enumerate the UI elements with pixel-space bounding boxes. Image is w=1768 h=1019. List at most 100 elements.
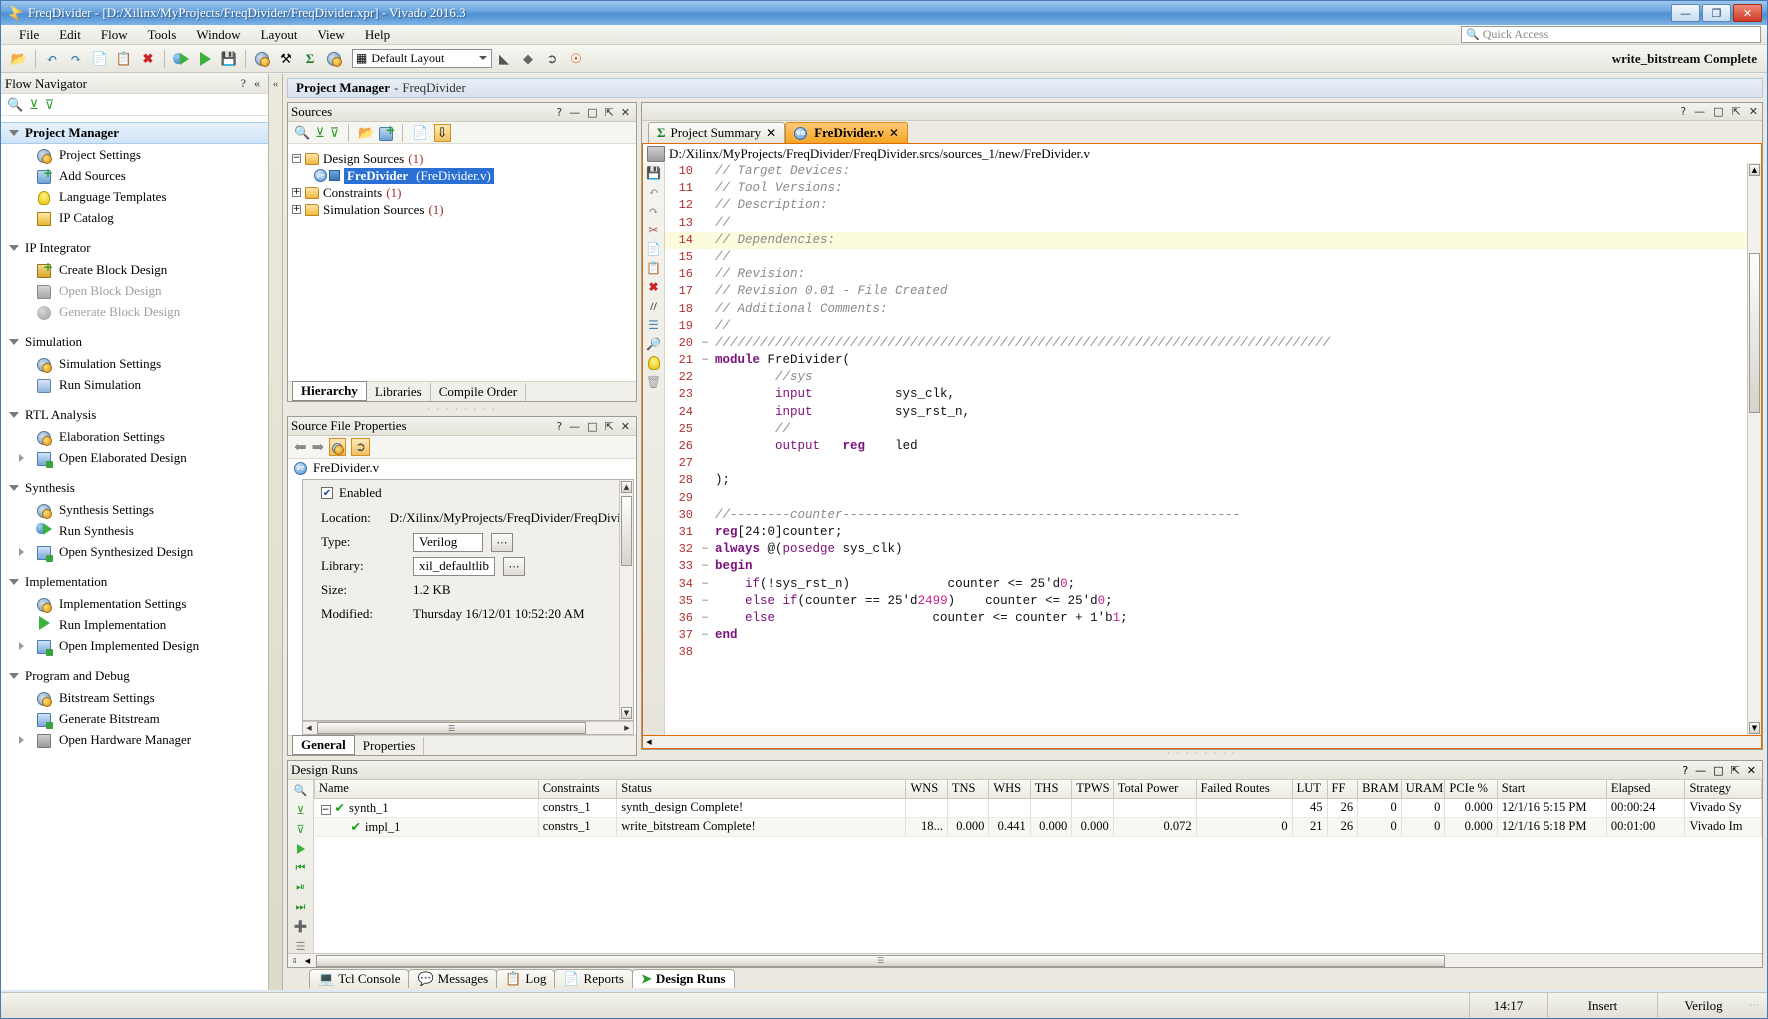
menu-edit[interactable]: Edit: [49, 25, 91, 45]
col-uram[interactable]: URAM: [1400, 780, 1446, 799]
editor-close-button[interactable]: ✕: [1749, 105, 1758, 118]
resize-grip-icon[interactable]: ⋯: [1749, 1000, 1767, 1011]
col-pcie[interactable]: PCIe %: [1444, 780, 1498, 799]
prev-icon[interactable]: ⏯: [292, 881, 310, 894]
properties-minimize-button[interactable]: —: [569, 420, 580, 433]
scroll-thumb[interactable]: [621, 496, 632, 566]
splitter-grip[interactable]: · · · · · · · ·: [287, 404, 637, 414]
sources-minimize-button[interactable]: —: [569, 106, 580, 119]
tab-design-runs[interactable]: ➤ Design Runs: [631, 969, 735, 988]
sources-maximize-button[interactable]: □: [587, 106, 597, 119]
sources-float-button[interactable]: ⇱: [605, 106, 614, 119]
scroll-down-arrow-icon[interactable]: ▼: [1749, 722, 1760, 734]
chevron-right-icon[interactable]: [19, 453, 35, 462]
scroll-thumb[interactable]: ☰: [316, 954, 1446, 967]
sidebar-item-create-block-design[interactable]: Create Block Design: [1, 259, 268, 280]
program-device-icon[interactable]: [324, 49, 344, 69]
expand-all-icon[interactable]: ⊽: [330, 125, 340, 141]
col-ths[interactable]: THS: [1029, 780, 1073, 799]
sidebar-item-open-elaborated-design[interactable]: Open Elaborated Design: [1, 447, 268, 468]
properties-icon[interactable]: [329, 438, 347, 456]
flownav-section-ip-integrator[interactable]: IP Integrator: [1, 237, 268, 259]
tab-reports[interactable]: 📄 Reports: [554, 969, 633, 988]
tab-messages[interactable]: 💬 Messages: [408, 969, 498, 988]
copy-icon[interactable]: 📄: [645, 241, 663, 257]
menu-flow[interactable]: Flow: [91, 25, 138, 45]
search-icon[interactable]: 🔍: [292, 784, 310, 797]
undo-icon[interactable]: ↶: [645, 184, 663, 200]
tree-node-design-sources[interactable]: − Design Sources (1): [292, 150, 632, 167]
scroll-left-arrow-icon[interactable]: ◀: [303, 722, 315, 734]
hierarchy-update-icon[interactable]: ⇩: [433, 123, 451, 142]
collapse-all-icon[interactable]: ⊻: [292, 803, 310, 817]
delete-icon[interactable]: ✖: [645, 279, 663, 295]
search-icon[interactable]: 🔍: [294, 125, 310, 141]
sidebar-item-open-implemented-design[interactable]: Open Implemented Design: [1, 635, 268, 656]
scroll-right-arrow-icon[interactable]: ▶: [621, 722, 633, 734]
close-icon[interactable]: ✕: [889, 126, 899, 140]
fold-toggle-icon[interactable]: −: [699, 593, 711, 610]
cut-icon[interactable]: ✂: [645, 222, 663, 238]
table-row[interactable]: ✔ impl_1 constrs_1 write_bitstream Complete…: [314, 817, 1762, 837]
col-total-power[interactable]: Total Power: [1112, 780, 1197, 799]
bulb-icon[interactable]: [645, 355, 663, 371]
redo-icon[interactable]: ↷: [645, 203, 663, 219]
menu-tools[interactable]: Tools: [138, 25, 187, 45]
run-name-cell[interactable]: − ✔ synth_1: [314, 798, 539, 818]
type-field[interactable]: Verilog: [413, 532, 483, 552]
sort-icon[interactable]: ☰: [292, 940, 310, 953]
sidebar-item-run-implementation[interactable]: Run Implementation: [1, 614, 268, 635]
editor-vertical-scrollbar[interactable]: ▲ ▼: [1747, 163, 1761, 735]
chevron-right-icon[interactable]: [19, 547, 35, 556]
copy-icon[interactable]: 📄: [90, 49, 110, 69]
editor-maximize-button[interactable]: □: [1713, 105, 1723, 118]
run-icon[interactable]: [292, 842, 310, 855]
sidebar-item-project-settings[interactable]: Project Settings: [1, 144, 268, 165]
menu-file[interactable]: File: [9, 25, 49, 45]
search-icon[interactable]: 🔍: [7, 97, 23, 113]
paste-icon[interactable]: 📋: [114, 49, 134, 69]
flownav-section-program-and-debug[interactable]: Program and Debug: [1, 665, 268, 687]
tab-general[interactable]: General: [292, 735, 355, 755]
col-tns[interactable]: TNS: [946, 780, 990, 799]
flownav-section-rtl-analysis[interactable]: RTL Analysis: [1, 404, 268, 426]
properties-maximize-button[interactable]: □: [587, 420, 597, 433]
paste-icon[interactable]: 📋: [645, 260, 663, 276]
tab-libraries[interactable]: Libraries: [367, 383, 431, 401]
library-browse-button[interactable]: ⋯: [503, 556, 526, 576]
properties-close-button[interactable]: ✕: [621, 420, 630, 433]
select-icon[interactable]: ➲: [351, 438, 371, 456]
design-runs-horizontal-scrollbar[interactable]: ⇩ ◀ ☰: [288, 953, 1762, 967]
menu-layout[interactable]: Layout: [251, 25, 308, 45]
run-implementation-icon[interactable]: [195, 49, 215, 69]
back-arrow-icon[interactable]: ⬅: [294, 438, 307, 457]
tab-properties[interactable]: Properties: [355, 737, 425, 755]
design-runs-close-button[interactable]: ✕: [1747, 764, 1756, 777]
forward-arrow-icon[interactable]: ➡: [312, 438, 325, 457]
expand-toggle-icon[interactable]: +: [292, 188, 301, 197]
design-runs-float-button[interactable]: ⇱: [1731, 764, 1740, 777]
tab-compile-order[interactable]: Compile Order: [431, 383, 527, 401]
code-text-area[interactable]: 10// Target Devices: 11// Tool Versions: 1…: [665, 163, 1747, 735]
undo-icon[interactable]: ↶: [42, 49, 62, 69]
menu-help[interactable]: Help: [355, 25, 400, 45]
scroll-left-arrow-icon[interactable]: ◀: [643, 737, 655, 748]
scroll-thumb[interactable]: ☰: [317, 722, 587, 734]
tab-tcl-console[interactable]: 💻 Tcl Console: [309, 969, 410, 988]
fold-toggle-icon[interactable]: −: [699, 541, 711, 558]
col-lut[interactable]: LUT: [1291, 780, 1328, 799]
collapse-all-icon[interactable]: ⊻: [29, 97, 39, 113]
col-status[interactable]: Status: [616, 780, 907, 799]
sidebar-item-open-synthesized-design[interactable]: Open Synthesized Design: [1, 541, 268, 562]
col-bram[interactable]: BRAM: [1357, 780, 1402, 799]
sidebar-item-bitstream-settings[interactable]: Bitstream Settings: [1, 687, 268, 708]
col-name[interactable]: Name: [314, 780, 539, 799]
settings-icon[interactable]: [252, 49, 272, 69]
row-expander-icon[interactable]: −: [320, 804, 331, 815]
first-icon[interactable]: ⏮: [292, 862, 310, 875]
scroll-up-arrow-icon[interactable]: ▲: [621, 481, 632, 493]
fold-toggle-icon[interactable]: −: [699, 610, 711, 627]
splitter-grip[interactable]: · · · · · · · ·: [641, 748, 1763, 758]
marker-icon[interactable]: ◆: [518, 49, 538, 69]
redo-icon[interactable]: ↷: [66, 49, 86, 69]
